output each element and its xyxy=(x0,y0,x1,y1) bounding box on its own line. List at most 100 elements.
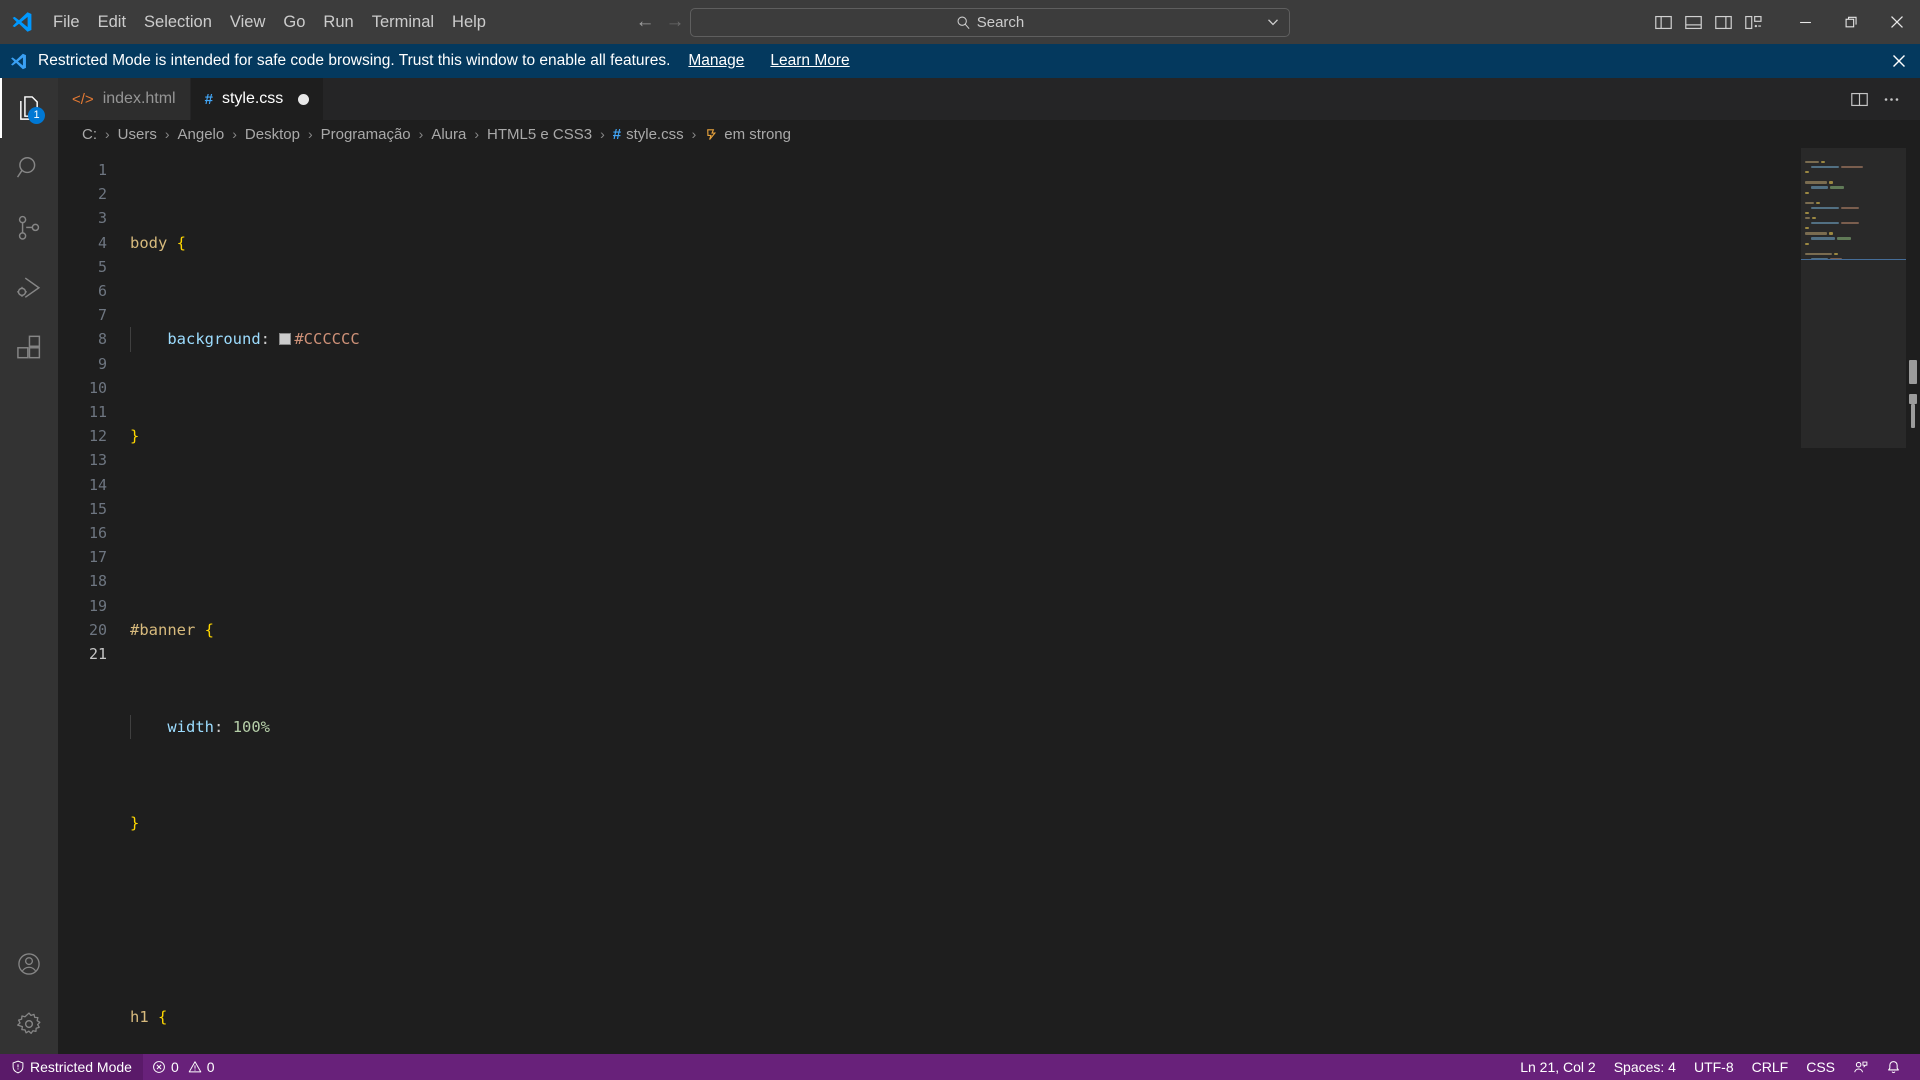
layout-controls xyxy=(1648,7,1768,37)
layout-panel-icon[interactable] xyxy=(1678,7,1708,37)
breadcrumb-separator: › xyxy=(691,126,697,142)
color-swatch[interactable] xyxy=(279,333,292,346)
editor-vertical-scrollbar[interactable] xyxy=(1906,148,1920,1054)
line-number: 2 xyxy=(97,185,107,204)
menu-item-go[interactable]: Go xyxy=(274,8,314,37)
warning-icon xyxy=(188,1060,202,1074)
editor-language[interactable]: CSS xyxy=(1797,1054,1844,1080)
breadcrumb-item-desktop[interactable]: Desktop xyxy=(243,126,302,143)
menu-item-file[interactable]: File xyxy=(44,8,89,37)
banner-message: Restricted Mode is intended for safe cod… xyxy=(38,52,671,69)
tab-style-css[interactable]: # style.css xyxy=(190,78,325,120)
breadcrumb-item-angelo[interactable]: Angelo xyxy=(176,126,227,143)
title-bar: File Edit Selection View Go Run Terminal… xyxy=(0,0,1920,44)
vscode-logo-icon xyxy=(9,52,31,71)
editor-group: </> index.html # style.css C: › Users › … xyxy=(58,78,1920,1054)
banner-manage-link[interactable]: Manage xyxy=(688,52,744,70)
breadcrumb-item-users[interactable]: Users xyxy=(116,126,159,143)
breadcrumb-item-label: em strong xyxy=(724,125,791,143)
editor-position[interactable]: Ln 21, Col 2 xyxy=(1511,1054,1605,1080)
menu-item-selection[interactable]: Selection xyxy=(135,8,221,37)
breadcrumb-item-programacao[interactable]: Programação xyxy=(319,126,413,143)
status-bar: Restricted Mode 0 0 Ln 21, Col 2 Spaces:… xyxy=(0,1054,1920,1080)
line-number: 3 xyxy=(97,209,107,228)
code-line-9: h1 { xyxy=(130,1007,168,1026)
restore-icon[interactable] xyxy=(1828,0,1874,44)
line-number: 7 xyxy=(97,306,107,325)
line-number-current: 21 xyxy=(88,645,107,664)
banner-learn-more-link[interactable]: Learn More xyxy=(770,52,849,70)
restricted-mode-button[interactable]: Restricted Mode xyxy=(0,1054,143,1080)
breadcrumb-separator: › xyxy=(105,126,110,142)
workbench: 1 </> index.html # style.css C: › Users … xyxy=(0,78,1920,1054)
line-number: 5 xyxy=(97,257,107,276)
editor-indentation[interactable]: Spaces: 4 xyxy=(1605,1054,1685,1080)
breadcrumb-item-style-css[interactable]: # style.css xyxy=(611,126,686,143)
line-number-gutter: 1 2 3 4 5 6 7 8 9 10 11 12 13 14 15 16 1 xyxy=(58,148,120,1054)
css-file-icon: # xyxy=(204,90,213,108)
line-number: 20 xyxy=(88,620,107,639)
bell-icon[interactable] xyxy=(1877,1054,1910,1080)
line-number: 1 xyxy=(97,161,107,179)
split-editor-icon[interactable] xyxy=(1844,84,1874,114)
line-number: 6 xyxy=(97,282,107,301)
close-icon[interactable] xyxy=(1874,0,1920,44)
menu-item-help[interactable]: Help xyxy=(443,8,495,37)
menu-item-run[interactable]: Run xyxy=(314,8,362,37)
layout-sidebar-left-icon[interactable] xyxy=(1648,7,1678,37)
layout-customize-icon[interactable] xyxy=(1738,7,1768,37)
code-line-2: background: #CCCCCC xyxy=(120,327,1920,352)
tab-label: style.css xyxy=(221,90,284,107)
tab-index-html[interactable]: </> index.html xyxy=(58,78,191,120)
sidebar-item-search[interactable] xyxy=(0,138,58,198)
account-icon[interactable] xyxy=(0,934,58,994)
line-number: 11 xyxy=(88,403,107,422)
menu-item-edit[interactable]: Edit xyxy=(89,8,135,37)
search-placeholder: Search xyxy=(976,13,1025,31)
tab-bar: </> index.html # style.css xyxy=(58,78,1920,120)
restricted-mode-banner: Restricted Mode is intended for safe cod… xyxy=(0,44,1920,78)
layout-sidebar-right-icon[interactable] xyxy=(1708,7,1738,37)
line-number: 15 xyxy=(88,499,107,518)
breadcrumb-separator: › xyxy=(164,126,170,142)
tab-dirty-indicator[interactable] xyxy=(298,93,310,105)
menu-item-view[interactable]: View xyxy=(221,8,274,37)
editor-encoding[interactable]: UTF-8 xyxy=(1685,1054,1743,1080)
error-icon xyxy=(152,1060,166,1074)
code-editor[interactable]: 1 2 3 4 5 6 7 8 9 10 11 12 13 14 15 16 1 xyxy=(58,148,1920,1054)
banner-close-icon[interactable] xyxy=(1888,50,1910,72)
breadcrumb-separator: › xyxy=(232,126,237,142)
scrollbar-decoration xyxy=(1911,404,1915,428)
ellipsis-icon[interactable] xyxy=(1876,84,1906,114)
code-content[interactable]: body { background: #CCCCCC } #banner { w… xyxy=(120,148,1920,1054)
arrow-left-icon[interactable]: ← xyxy=(630,7,660,37)
sidebar-item-run-and-debug[interactable] xyxy=(0,258,58,318)
menu-item-terminal[interactable]: Terminal xyxy=(363,8,443,37)
breadcrumb-item-alura[interactable]: Alura xyxy=(429,126,468,143)
css-rule-icon xyxy=(704,127,719,142)
editor-eol[interactable]: CRLF xyxy=(1743,1054,1798,1080)
status-bar-right: Ln 21, Col 2 Spaces: 4 UTF-8 CRLF CSS xyxy=(1511,1054,1920,1080)
search-input[interactable]: Search xyxy=(690,7,1290,37)
minimize-icon[interactable] xyxy=(1782,0,1828,44)
breadcrumb-item-em-strong[interactable]: em strong xyxy=(702,126,793,143)
problems-button[interactable]: 0 0 xyxy=(143,1054,224,1080)
chevron-down-icon[interactable] xyxy=(1265,14,1281,30)
minimap-slider[interactable] xyxy=(1801,148,1906,448)
line-number: 4 xyxy=(97,233,107,252)
breadcrumb: C: › Users › Angelo › Desktop › Programa… xyxy=(58,120,1920,148)
code-lines: body { background: #CCCCCC } #banner { w… xyxy=(120,158,1920,1054)
feedback-icon[interactable] xyxy=(1844,1054,1877,1080)
sidebar-item-source-control[interactable] xyxy=(0,198,58,258)
activity-bar-spacer xyxy=(0,378,58,934)
gear-icon[interactable] xyxy=(0,994,58,1054)
sidebar-item-extensions[interactable] xyxy=(0,318,58,378)
arrow-right-icon[interactable]: → xyxy=(660,7,690,37)
sidebar-item-explorer[interactable]: 1 xyxy=(0,78,58,138)
shield-icon xyxy=(11,1060,25,1074)
breadcrumb-item-drive[interactable]: C: xyxy=(80,126,99,143)
minimap[interactable] xyxy=(1801,148,1906,1054)
error-count: 0 xyxy=(170,1059,179,1075)
breadcrumb-item-html5-e-css3[interactable]: HTML5 e CSS3 xyxy=(485,126,594,143)
